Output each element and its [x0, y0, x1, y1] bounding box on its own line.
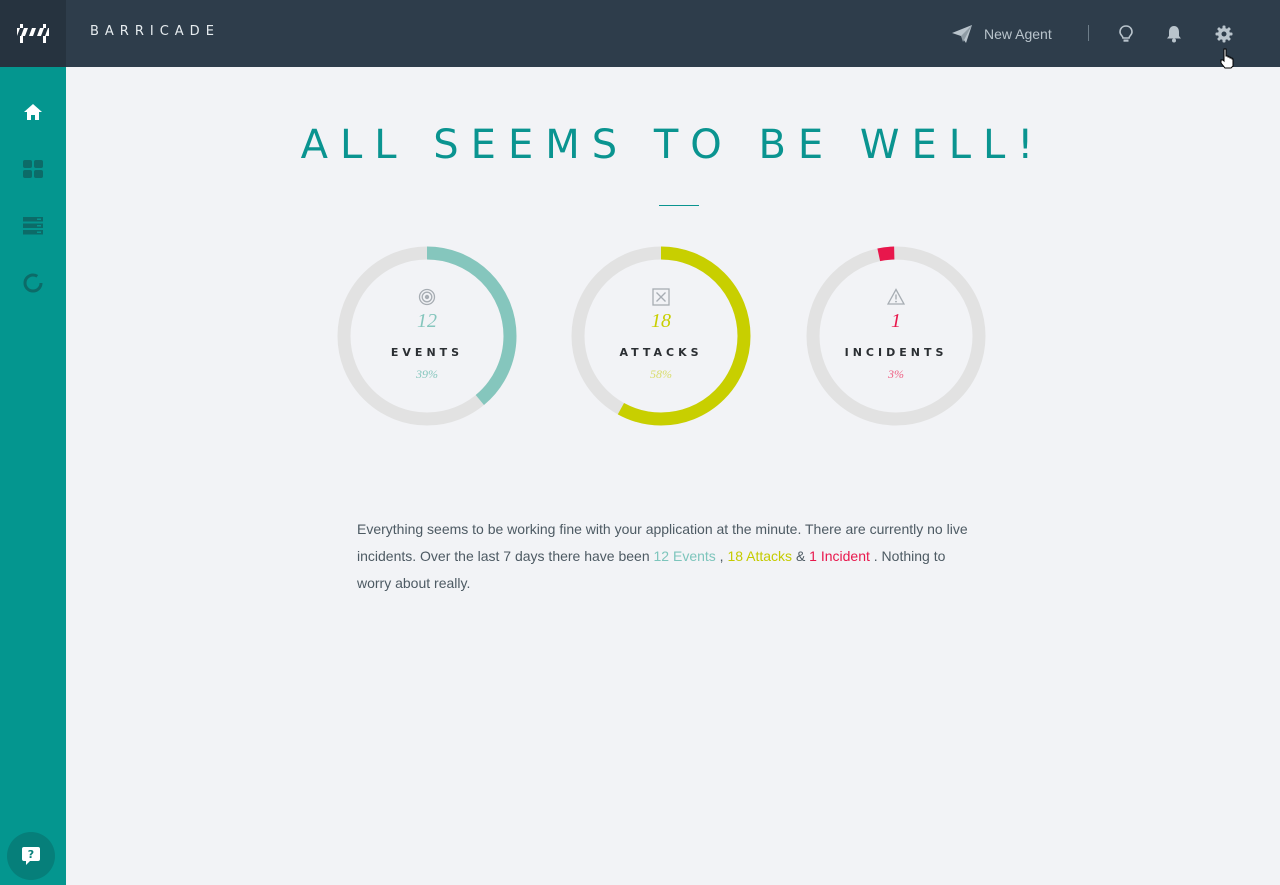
incidents-percent: 3% [888, 367, 904, 381]
warning-icon [887, 288, 905, 305]
target-icon [418, 288, 436, 306]
sidebar-item-dashboard[interactable] [0, 149, 66, 189]
attacks-link[interactable]: 18 Attacks [727, 548, 792, 564]
sidebar: ? [0, 67, 66, 885]
summary-text: Everything seems to be working fine with… [357, 516, 977, 597]
brand-name: BARRICADE [90, 24, 220, 39]
tips-button[interactable] [1114, 22, 1138, 46]
bell-icon [1167, 26, 1181, 43]
gear-icon [1215, 25, 1233, 43]
header-divider [1088, 25, 1089, 41]
incidents-link[interactable]: 1 Incident [809, 548, 870, 564]
server-list-icon [23, 217, 43, 235]
help-button[interactable]: ? [7, 832, 55, 880]
barricade-logo[interactable] [0, 0, 66, 67]
notifications-button[interactable] [1162, 22, 1186, 46]
x-box-icon [652, 288, 670, 306]
svg-text:?: ? [28, 848, 34, 861]
top-bar: BARRICADE New Agent [0, 0, 1280, 67]
home-icon [24, 104, 42, 120]
mouse-cursor-icon [1220, 48, 1234, 69]
new-agent-button[interactable]: New Agent [952, 22, 1052, 46]
title-divider [659, 205, 699, 206]
incidents-label: INCIDENTS [844, 346, 948, 359]
incidents-gauge[interactable]: 1 INCIDENTS 3% [806, 246, 986, 426]
attacks-percent: 58% [650, 367, 672, 381]
sidebar-item-home[interactable] [0, 92, 66, 132]
sidebar-item-servers[interactable] [0, 206, 66, 246]
sidebar-item-activity[interactable] [0, 263, 66, 303]
events-percent: 39% [416, 367, 438, 381]
lightbulb-icon [1119, 25, 1133, 42]
page-title: ALL SEEMS TO BE WELL! [300, 122, 1046, 168]
attacks-gauge[interactable]: 18 ATTACKS 58% [571, 246, 751, 426]
events-label: EVENTS [390, 346, 464, 359]
events-link[interactable]: 12 Events [654, 548, 716, 564]
paper-plane-icon [952, 25, 972, 43]
attacks-count: 18 [651, 310, 671, 332]
attacks-label: ATTACKS [619, 346, 703, 359]
settings-button[interactable] [1212, 22, 1236, 46]
incidents-count: 1 [891, 310, 901, 332]
help-chat-icon: ? [22, 847, 40, 865]
summary-sep1: , [715, 548, 728, 564]
events-gauge[interactable]: 12 EVENTS 39% [337, 246, 517, 426]
summary-sep2: & [795, 548, 810, 564]
events-count: 12 [417, 310, 437, 332]
barricade-logo-icon [17, 23, 49, 43]
dashboard-grid-icon [23, 160, 43, 178]
new-agent-label: New Agent [984, 26, 1052, 42]
loading-ring-icon [23, 273, 43, 293]
